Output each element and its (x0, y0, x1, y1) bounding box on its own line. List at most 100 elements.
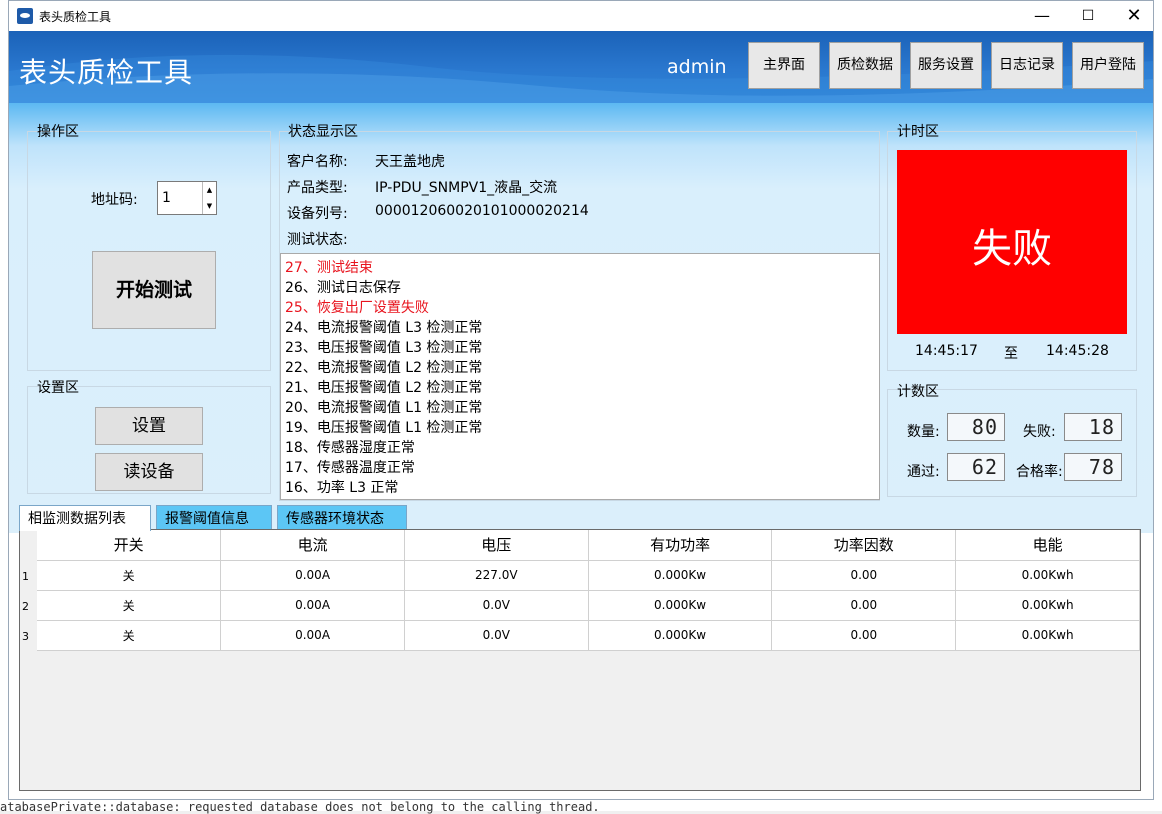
table-cell: 关 (37, 590, 222, 621)
test-result-panel: 失败 (897, 150, 1127, 334)
log-line: 20、电流报警阈值 L1 检测正常 (285, 400, 483, 416)
log-line: 26、测试日志保存 (285, 280, 401, 296)
pass-label: 通过: (907, 464, 940, 480)
quantity-label: 数量: (907, 424, 940, 440)
table-cell: 0.00A (220, 590, 405, 621)
product-value: IP-PDU_SNMPV1_液晶_交流 (375, 180, 558, 196)
customer-label: 客户名称: (287, 154, 348, 170)
background-terminal-text: atabasePrivate::database: requested data… (0, 800, 600, 814)
close-button[interactable]: ✕ (1111, 1, 1157, 31)
test-status-label: 测试状态: (287, 232, 348, 248)
column-header[interactable]: 有功功率 (588, 530, 773, 561)
fail-lcd: 18 (1064, 413, 1122, 441)
tab-sensor-status[interactable]: 传感器环境状态 (277, 505, 407, 531)
nav-service-settings-button[interactable]: 服务设置 (910, 42, 982, 89)
main-panel: 操作区 地址码: 1 ▲ ▼ 开始测试 设置区 设置 读设备 状态显示区 客户名… (9, 103, 1153, 533)
pass-lcd: 62 (947, 453, 1005, 481)
column-header[interactable]: 电流 (220, 530, 405, 561)
setting-button[interactable]: 设置 (95, 407, 203, 445)
fail-label: 失败: (1023, 424, 1056, 440)
table-cell: 0.000Kw (588, 620, 773, 651)
nav-log-button[interactable]: 日志记录 (991, 42, 1063, 89)
operation-group-label: 操作区 (37, 124, 79, 140)
table-cell: 0.000Kw (588, 560, 773, 591)
table-cell: 0.00A (220, 560, 405, 591)
tab-monitor-data[interactable]: 相监测数据列表 (19, 505, 151, 531)
nav-qc-data-button[interactable]: 质检数据 (829, 42, 901, 89)
table-row[interactable]: 关 0.00A 0.0V 0.000Kw 0.00 0.00Kwh (37, 590, 1140, 621)
start-test-button[interactable]: 开始测试 (92, 251, 216, 329)
log-line: 23、电压报警阈值 L3 检测正常 (285, 340, 483, 356)
data-table[interactable]: 1 2 3 开关 电流 电压 有功功率 功率因数 电能 关 0.00A 227.… (19, 529, 1141, 791)
header-title: 表头质检工具 (19, 56, 194, 89)
test-result-text: 失败 (972, 226, 1052, 272)
timer-group-label: 计时区 (897, 124, 939, 140)
row-number: 1 (22, 570, 29, 583)
table-header-row: 开关 电流 电压 有功功率 功率因数 电能 (37, 530, 1140, 561)
spin-down-icon[interactable]: ▼ (202, 198, 216, 214)
pass-rate-label: 合格率: (1016, 464, 1063, 480)
log-line: 18、传感器湿度正常 (285, 440, 415, 456)
log-line: 19、电压报警阈值 L1 检测正常 (285, 420, 483, 436)
table-cell: 0.00 (771, 590, 957, 621)
customer-value: 天王盖地虎 (375, 154, 445, 170)
counter-group-label: 计数区 (897, 384, 939, 400)
table-cell: 0.00A (220, 620, 405, 651)
table-cell: 0.00 (771, 560, 957, 591)
nav-login-button[interactable]: 用户登陆 (1072, 42, 1144, 89)
quantity-lcd: 80 (947, 413, 1005, 441)
log-line: 17、传感器温度正常 (285, 460, 415, 476)
settings-group-label: 设置区 (37, 380, 79, 396)
table-cell: 0.00 (771, 620, 957, 651)
tab-alarm-threshold[interactable]: 报警阈值信息 (156, 505, 272, 531)
serial-label: 设备列号: (287, 206, 348, 222)
table-cell: 关 (37, 560, 222, 591)
table-cell: 0.00Kwh (955, 620, 1140, 651)
log-line: 16、功率 L3 正常 (285, 480, 399, 496)
serial-value: 000012060020101000020214 (375, 203, 589, 219)
column-header[interactable]: 功率因数 (771, 530, 957, 561)
log-line: 21、电压报警阈值 L2 检测正常 (285, 380, 483, 396)
test-log-box[interactable]: 27、测试结束 26、测试日志保存 25、恢复出厂设置失败 24、电流报警阈值 … (280, 253, 880, 500)
table-cell: 0.000Kw (588, 590, 773, 621)
log-line: 25、恢复出厂设置失败 (285, 300, 429, 316)
table-row[interactable]: 关 0.00A 227.0V 0.000Kw 0.00 0.00Kwh (37, 560, 1140, 591)
table-cell: 0.00Kwh (955, 590, 1140, 621)
test-log-list: 27、测试结束 26、测试日志保存 25、恢复出厂设置失败 24、电流报警阈值 … (285, 258, 482, 498)
column-header[interactable]: 开关 (37, 530, 222, 561)
maximize-button[interactable]: ☐ (1065, 1, 1111, 31)
minimize-button[interactable]: — (1019, 1, 1065, 31)
pass-rate-lcd: 78 (1064, 453, 1122, 481)
column-header[interactable]: 电压 (404, 530, 589, 561)
read-device-button[interactable]: 读设备 (95, 453, 203, 491)
table-row[interactable]: 关 0.00A 0.0V 0.000Kw 0.00 0.00Kwh (37, 620, 1140, 651)
app-icon (17, 8, 33, 24)
address-value: 1 (162, 190, 171, 206)
row-number: 3 (22, 630, 29, 643)
log-line: 22、电流报警阈值 L2 检测正常 (285, 360, 483, 376)
spin-up-icon[interactable]: ▲ (202, 182, 216, 198)
status-group-label: 状态显示区 (288, 124, 358, 140)
table-empty-area (37, 651, 1140, 790)
row-header-column (20, 530, 37, 790)
nav-main-button[interactable]: 主界面 (748, 42, 820, 89)
table-cell: 0.00Kwh (955, 560, 1140, 591)
table-cell: 关 (37, 620, 222, 651)
app-header: 表头质检工具 admin 主界面 质检数据 服务设置 日志记录 用户登陆 (9, 31, 1153, 103)
current-user: admin (667, 56, 727, 78)
app-window: 表头质检工具 — ☐ ✕ 表头质检工具 admin 主界面 质检数据 服务设置 … (8, 0, 1154, 800)
end-time: 14:45:28 (1046, 343, 1109, 359)
address-spinbox[interactable]: 1 ▲ ▼ (157, 181, 217, 215)
log-line: 27、测试结束 (285, 260, 373, 276)
start-time: 14:45:17 (915, 343, 978, 359)
title-bar[interactable]: 表头质检工具 — ☐ ✕ (9, 1, 1153, 31)
table-cell: 227.0V (404, 560, 589, 591)
data-table-grid: 开关 电流 电压 有功功率 功率因数 电能 关 0.00A 227.0V 0.0… (37, 530, 1140, 651)
product-label: 产品类型: (287, 180, 348, 196)
column-header[interactable]: 电能 (955, 530, 1140, 561)
table-cell: 0.0V (404, 590, 589, 621)
address-label: 地址码: (91, 192, 138, 208)
row-number: 2 (22, 600, 29, 613)
log-line: 24、电流报警阈值 L3 检测正常 (285, 320, 483, 336)
tab-bar: 相监测数据列表 报警阈值信息 传感器环境状态 (9, 505, 1153, 531)
